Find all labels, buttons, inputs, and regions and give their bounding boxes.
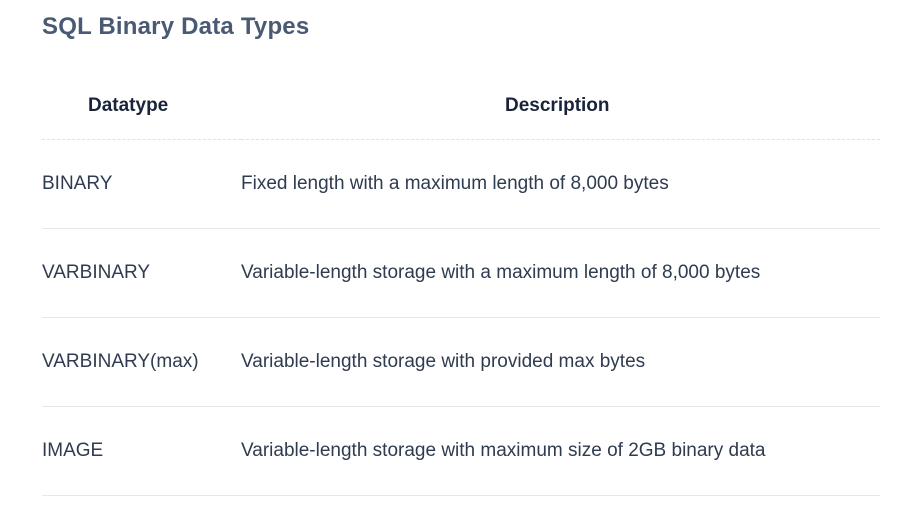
table-row: VARBINARY(max) Variable-length storage w… (42, 317, 880, 407)
table-row: BINARY Fixed length with a maximum lengt… (42, 139, 880, 229)
column-header-datatype: Datatype (42, 72, 241, 140)
datatype-cell: BINARY (42, 139, 241, 229)
column-header-description: Description (241, 72, 880, 140)
data-types-table: Datatype Description BINARY Fixed length… (42, 72, 880, 496)
datatype-cell: VARBINARY(max) (42, 317, 241, 407)
description-cell: Variable-length storage with provided ma… (241, 317, 880, 407)
table-row: IMAGE Variable-length storage with maxim… (42, 406, 880, 496)
page-title: SQL Binary Data Types (42, 13, 310, 40)
table-header-row: Datatype Description (42, 72, 880, 140)
table-header: Datatype Description (42, 72, 880, 140)
description-cell: Fixed length with a maximum length of 8,… (241, 139, 880, 229)
description-cell: Variable-length storage with maximum siz… (241, 406, 880, 496)
datatype-cell: IMAGE (42, 406, 241, 496)
table-body: BINARY Fixed length with a maximum lengt… (42, 139, 880, 496)
datatype-cell: VARBINARY (42, 228, 241, 318)
description-cell: Variable-length storage with a maximum l… (241, 228, 880, 318)
table-row: VARBINARY Variable-length storage with a… (42, 228, 880, 318)
